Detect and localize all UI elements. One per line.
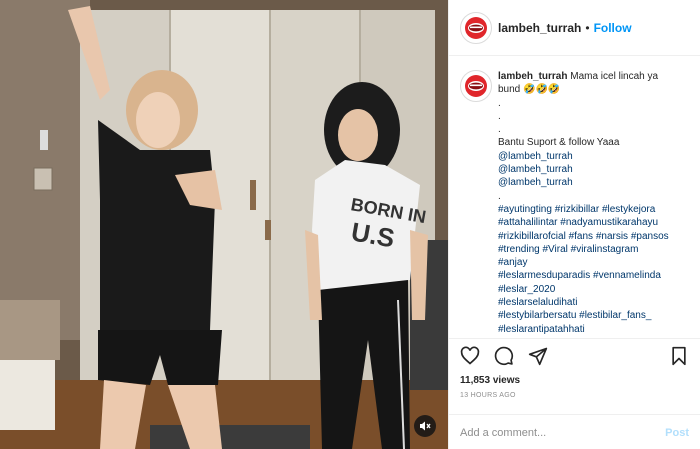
- caption-line[interactable]: @lambeh_turrah: [498, 150, 692, 163]
- lips-logo-icon: [465, 16, 487, 39]
- caption-avatar[interactable]: [460, 70, 492, 102]
- caption-text: lambeh_turrah Mama icel lincah ya bund 🤣…: [498, 70, 692, 336]
- post-header: lambeh_turrah • Follow: [449, 0, 700, 56]
- lips-logo-icon: [465, 75, 487, 97]
- caption-first-line: Mama icel lincah ya: [570, 71, 659, 82]
- comment-bar: Post: [449, 414, 700, 449]
- save-button[interactable]: [668, 345, 690, 367]
- muted-speaker-icon: [420, 421, 431, 431]
- caption-line[interactable]: @lambeh_turrah: [498, 163, 692, 176]
- instagram-post: BORN IN U.S lambeh_turrah • Follow lambe…: [0, 0, 700, 449]
- caption-line: Bantu Suport & follow Yaaa: [498, 137, 620, 149]
- caption-line[interactable]: #leslarantipatahhati: [498, 323, 692, 336]
- video-frame: BORN IN U.S: [0, 0, 448, 449]
- caption-line[interactable]: #attahalilintar #nadyamustikarahayu: [498, 216, 692, 229]
- caption-line[interactable]: @lambeh_turrah: [498, 176, 692, 189]
- comment-input[interactable]: [460, 426, 666, 439]
- post-side-panel: lambeh_turrah • Follow lambeh_turrah Mam…: [448, 0, 700, 449]
- bookmark-icon: [672, 346, 686, 366]
- caption-line: .: [498, 97, 501, 109]
- comment-icon: [494, 346, 514, 366]
- caption-line[interactable]: #lestybilarbersatu #lestibilar_fans_: [498, 309, 692, 322]
- caption-line[interactable]: #leslar_2020: [498, 283, 692, 296]
- share-icon: [528, 347, 548, 366]
- mute-button[interactable]: [414, 415, 436, 437]
- post-timestamp[interactable]: 13 HOURS AGO: [449, 392, 700, 399]
- post-username[interactable]: lambeh_turrah: [498, 21, 581, 35]
- caption-username[interactable]: lambeh_turrah: [498, 71, 567, 82]
- view-count[interactable]: 11,853 views: [449, 375, 700, 386]
- caption-line[interactable]: #leslarmesduparadis #vennamelinda: [498, 269, 692, 282]
- caption-line: .: [498, 190, 501, 202]
- share-button[interactable]: [527, 345, 549, 367]
- post-actions: 11,853 views 13 HOURS AGO Post: [449, 338, 700, 449]
- caption-line[interactable]: #anjay: [498, 256, 692, 269]
- caption-lines: ... Bantu Suport & follow Yaaa @lambeh_tur…: [498, 97, 692, 336]
- caption-second-line: bund 🤣🤣🤣: [498, 84, 561, 96]
- caption-line: .: [498, 110, 501, 122]
- caption: lambeh_turrah Mama icel lincah ya bund 🤣…: [449, 57, 700, 337]
- post-comment-button[interactable]: Post: [665, 427, 689, 439]
- post-video[interactable]: BORN IN U.S: [0, 0, 448, 449]
- like-button[interactable]: [459, 345, 481, 367]
- heart-icon: [460, 346, 480, 365]
- caption-line[interactable]: #trending #Viral #viralinstagram: [498, 243, 692, 256]
- caption-line[interactable]: #ayutingting #rizkibillar #lestykejora: [498, 203, 692, 216]
- comment-button[interactable]: [493, 345, 515, 367]
- caption-line[interactable]: #rizkibillarofcial #fans #narsis #pansos: [498, 230, 692, 243]
- follow-button[interactable]: Follow: [594, 21, 632, 35]
- caption-line[interactable]: #leslarselaludihati: [498, 296, 692, 309]
- separator-dot: •: [585, 20, 590, 35]
- caption-line: .: [498, 124, 501, 136]
- action-icons: [449, 339, 700, 373]
- avatar[interactable]: [460, 11, 492, 44]
